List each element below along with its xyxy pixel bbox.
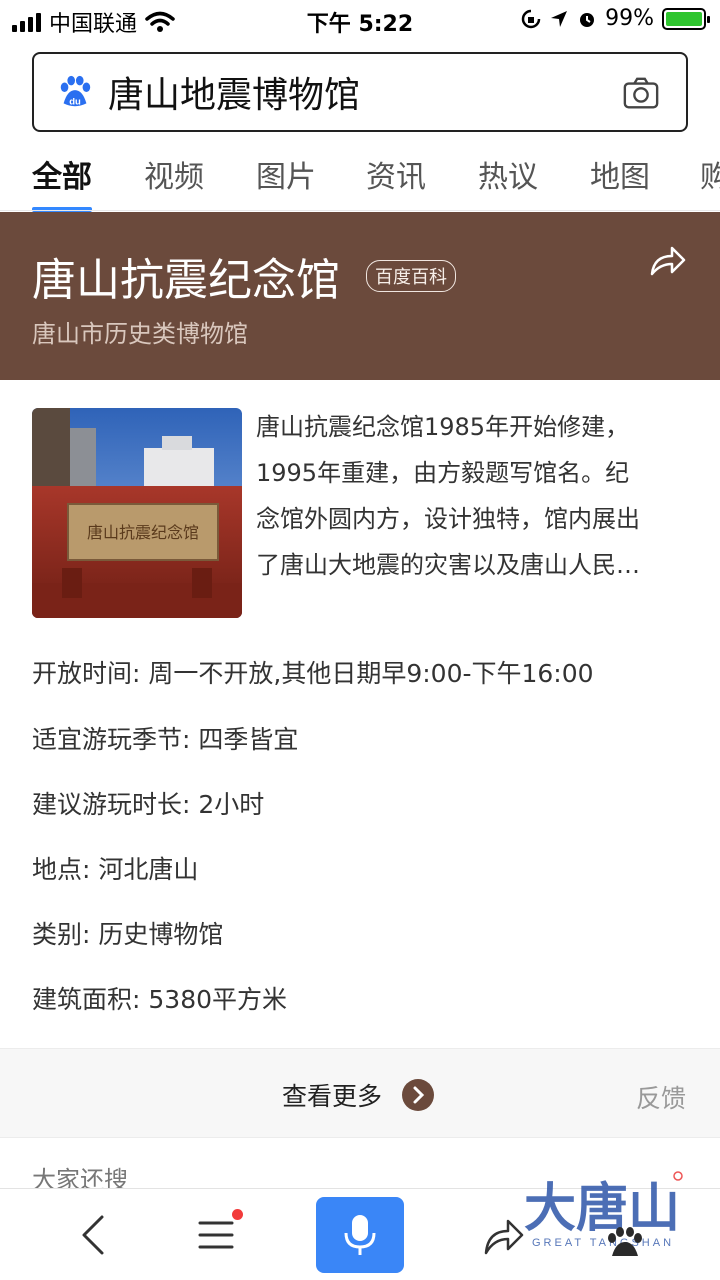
- tab-map[interactable]: 地图: [590, 146, 650, 212]
- info-value: 四季皆宜: [198, 725, 299, 754]
- info-row-season: 适宜游玩季节: 四季皆宜: [32, 720, 298, 756]
- status-bar: 中国联通 下午 5:22 99%: [0, 0, 720, 40]
- baidu-logo-text: du: [69, 96, 81, 107]
- voice-search-button[interactable]: [316, 1197, 404, 1273]
- rotation-lock-icon: [521, 9, 541, 28]
- tab-all[interactable]: 全部: [32, 146, 92, 212]
- info-value: 河北唐山: [98, 855, 199, 884]
- status-right: 99%: [521, 6, 710, 31]
- watermark-logo: 大唐山 GREAT TANGSHAN: [524, 1171, 683, 1256]
- card-summary[interactable]: 唐山抗震纪念馆1985年开始修建， 1995年重建，由方毅题写馆名。纪 念馆外圆…: [256, 404, 692, 588]
- summary-line: 了唐山大地震的灾害以及唐山人民…: [256, 551, 640, 579]
- search-input[interactable]: 唐山地震博物馆: [108, 66, 360, 118]
- menu-icon[interactable]: [196, 1215, 236, 1255]
- battery-fill: [666, 11, 702, 26]
- alarm-icon: [580, 12, 595, 27]
- info-value: 周一不开放,其他日期早9:00-下午16:00: [148, 659, 594, 688]
- info-row-category: 类别: 历史博物馆: [32, 915, 223, 951]
- photo-sign-text: 唐山抗震纪念馆: [87, 523, 199, 542]
- back-icon[interactable]: [74, 1213, 114, 1257]
- baidu-paw-icon: du: [60, 75, 91, 107]
- camera-icon[interactable]: [622, 74, 660, 112]
- feedback-link[interactable]: 反馈: [636, 1079, 686, 1115]
- chevron-right-icon: [402, 1079, 435, 1111]
- watermark-subtext: GREAT TANGSHAN: [532, 1237, 674, 1249]
- info-label: 适宜游玩季节:: [32, 725, 191, 754]
- info-value: 2小时: [198, 790, 265, 819]
- battery-percent: 99%: [605, 6, 654, 31]
- summary-line: 1995年重建，由方毅题写馆名。纪: [256, 459, 630, 487]
- search-box[interactable]: du 唐山地震博物馆: [32, 52, 688, 132]
- card-subtitle: 唐山市历史类博物馆: [32, 320, 248, 348]
- tabs-divider: [0, 210, 720, 211]
- museum-photo[interactable]: 唐山抗震纪念馆: [32, 408, 242, 618]
- microphone-icon: [344, 1215, 376, 1255]
- tab-shopping[interactable]: 购: [700, 146, 720, 212]
- battery-icon: [662, 7, 710, 30]
- summary-line: 念馆外圆内方，设计独特，馆内展出: [256, 505, 640, 533]
- more-bar: 查看更多 反馈: [0, 1048, 720, 1138]
- info-label: 类别:: [32, 920, 91, 949]
- info-row-opening-hours: 开放时间: 周一不开放,其他日期早9:00-下午16:00: [32, 654, 594, 690]
- info-label: 开放时间:: [32, 659, 141, 688]
- notification-dot: [232, 1209, 243, 1220]
- location-icon: [551, 10, 568, 27]
- info-row-location: 地点: 河北唐山: [32, 850, 198, 886]
- tab-news[interactable]: 资讯: [366, 146, 426, 212]
- watermark-text: 大唐山: [524, 1179, 680, 1239]
- museum-photo-image: 唐山抗震纪念馆: [32, 408, 242, 618]
- info-label: 建议游玩时长:: [32, 790, 191, 819]
- info-value: 5380平方米: [148, 985, 288, 1014]
- baike-badge[interactable]: 百度百科: [366, 260, 456, 292]
- info-row-area: 建筑面积: 5380平方米: [32, 980, 287, 1016]
- tab-images[interactable]: 图片: [256, 146, 316, 212]
- tab-video[interactable]: 视频: [144, 146, 204, 212]
- summary-line: 唐山抗震纪念馆1985年开始修建，: [256, 413, 630, 441]
- tab-discussion[interactable]: 热议: [478, 146, 538, 212]
- view-more-label: 查看更多: [282, 1082, 383, 1111]
- result-tabs: 全部 视频 图片 资讯 热议 地图 购: [0, 146, 720, 212]
- info-row-duration: 建议游玩时长: 2小时: [32, 785, 264, 821]
- view-more-button[interactable]: 查看更多: [282, 1077, 435, 1113]
- share-icon[interactable]: [646, 240, 686, 280]
- info-value: 历史博物馆: [98, 920, 224, 949]
- knowledge-card-header: 唐山抗震纪念馆 百度百科 唐山市历史类博物馆: [0, 212, 720, 380]
- card-title[interactable]: 唐山抗震纪念馆: [32, 244, 340, 308]
- info-label: 建筑面积:: [32, 985, 141, 1014]
- info-label: 地点:: [32, 855, 91, 884]
